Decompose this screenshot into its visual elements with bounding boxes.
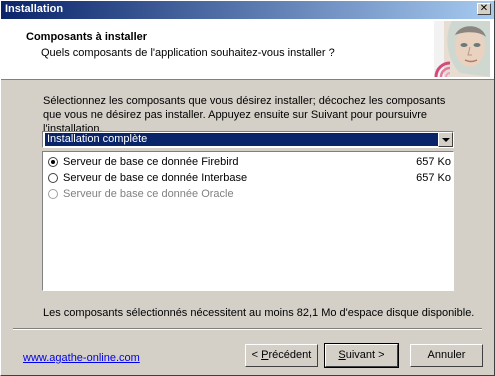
next-label-post: uivant > <box>345 349 385 361</box>
setup-type-select[interactable]: Installation complète <box>42 131 454 148</box>
component-size: 657 Ko <box>416 156 451 168</box>
components-list[interactable]: Serveur de base ce donnée Firebird 657 K… <box>42 151 454 291</box>
radio-button[interactable] <box>48 157 58 167</box>
page-subtitle: Quels composants de l'application souhai… <box>41 47 335 59</box>
face-logo-icon <box>434 21 490 77</box>
component-name: Serveur de base ce donnée Oracle <box>63 188 234 200</box>
component-name: Serveur de base ce donnée Firebird <box>63 156 239 168</box>
footer-separator <box>13 328 482 330</box>
wizard-header: Composants à installer Quels composants … <box>1 19 494 80</box>
next-label-accel: S <box>338 349 346 361</box>
component-item: Serveur de base ce donnée Oracle <box>47 187 451 201</box>
previous-button[interactable]: < Précédent <box>245 344 318 367</box>
instructions-text: Sélectionnez les composants que vous dés… <box>43 95 446 135</box>
website-link[interactable]: www.agathe-online.com <box>23 352 140 364</box>
component-size: 657 Ko <box>416 172 451 184</box>
radio-button <box>48 189 58 199</box>
previous-label-pre: < <box>251 349 262 361</box>
setup-type-value: Installation complète <box>44 132 440 147</box>
close-icon[interactable]: ✕ <box>477 3 491 15</box>
title-bar[interactable]: Installation ✕ <box>1 1 494 19</box>
chevron-down-icon[interactable] <box>438 132 453 147</box>
page-title: Composants à installer <box>26 31 148 43</box>
component-item[interactable]: Serveur de base ce donnée Firebird 657 K… <box>47 155 451 169</box>
component-name: Serveur de base ce donnée Interbase <box>63 172 248 184</box>
next-button[interactable]: Suivant > <box>324 343 399 368</box>
previous-label-accel: P <box>261 349 269 361</box>
radio-button[interactable] <box>48 173 58 183</box>
previous-label-post: récédent <box>268 349 312 361</box>
installer-window: Installation ✕ Composants à installer Qu… <box>0 0 495 376</box>
cancel-button[interactable]: Annuler <box>410 344 483 367</box>
disk-space-text: Les composants sélectionnés nécessitent … <box>43 307 475 319</box>
component-item[interactable]: Serveur de base ce donnée Interbase 657 … <box>47 171 451 185</box>
window-title: Installation <box>5 3 64 15</box>
